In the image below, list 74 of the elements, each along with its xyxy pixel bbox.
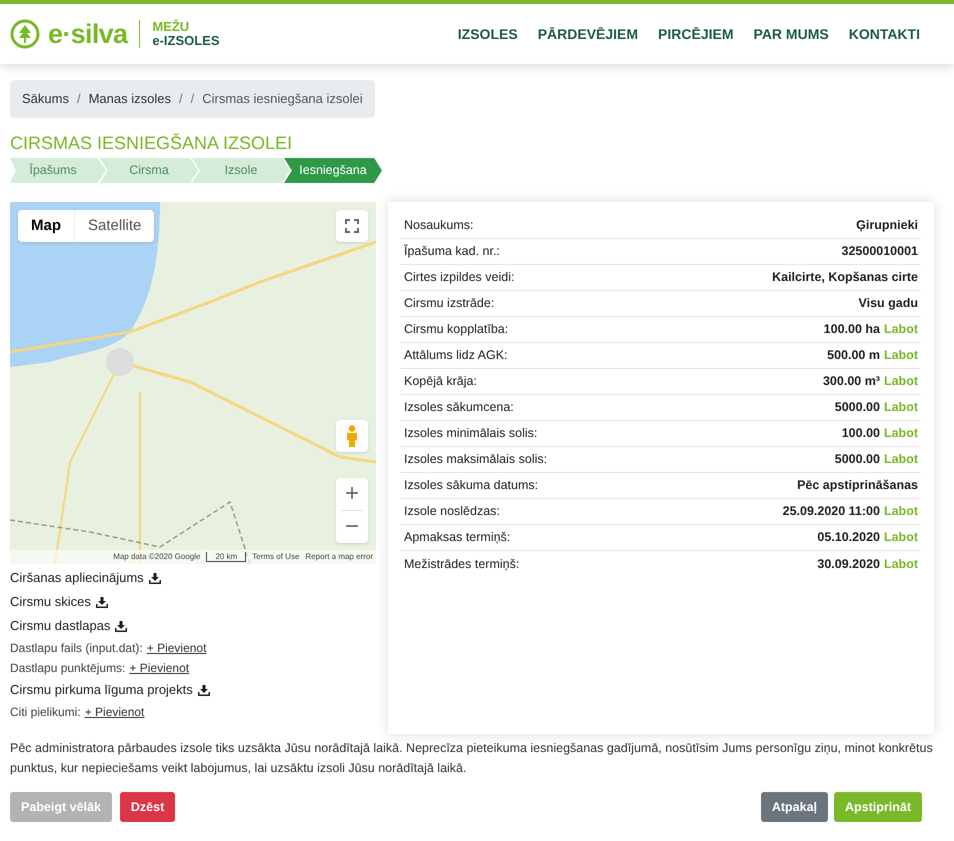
map-type-tab[interactable]: Satellite: [74, 210, 154, 242]
detail-label: Kopējā krāja:: [404, 373, 477, 390]
page-title: CIRSMAS IESNIEGŠANA IZSOLEI: [10, 132, 294, 154]
breadcrumb-link[interactable]: Cirsmas iesniegšana izsolei: [202, 89, 363, 109]
detail-label: Izsoles maksimālais solis:: [404, 451, 548, 468]
zoom-out-button[interactable]: −: [336, 511, 368, 543]
brand-logo-text: e·silva: [48, 18, 128, 51]
person-icon: [346, 425, 358, 447]
detail-label: Izsole noslēdzas:: [404, 503, 500, 520]
detail-value: Ģirupnieki: [856, 217, 918, 234]
detail-label: Cirtes izpildes veidi:: [404, 269, 514, 286]
attachment-label: Citi pielikumi:: [10, 704, 81, 721]
logo-subtitle: e-IZSOLES: [152, 34, 220, 48]
map-scale: 20 km: [206, 552, 246, 562]
add-link[interactable]: + Pievienot: [129, 659, 190, 677]
detail-value: 5000.00: [834, 451, 880, 468]
detail-value: Kailcirte, Kopšanas cirte: [772, 269, 918, 286]
detail-value: Pēc apstiprināšanas: [797, 477, 918, 494]
nav-link[interactable]: KONTAKTI: [848, 24, 920, 44]
logo-subtitle: MEŽU: [152, 20, 190, 34]
detail-value: 5000.00: [834, 399, 880, 416]
document-link[interactable]: Cirsmu pirkuma līguma projekts: [10, 680, 193, 700]
map-type-tab[interactable]: Map: [18, 210, 74, 242]
step-tab[interactable]: Iesniegšana: [284, 158, 382, 183]
download-icon[interactable]: [96, 596, 108, 608]
breadcrumb-link[interactable]: Sākums: [22, 89, 69, 109]
detail-value: 100.00: [842, 425, 880, 442]
download-icon[interactable]: [148, 572, 161, 584]
download-icon[interactable]: [198, 684, 210, 696]
detail-value: 05.10.2020: [817, 529, 880, 546]
detail-label: Nosaukums:: [404, 217, 474, 234]
terms-link[interactable]: Terms of Use: [252, 551, 300, 563]
detail-label: Attālums lidz AGK:: [404, 347, 508, 364]
nav-link[interactable]: PAR MUMS: [754, 24, 829, 44]
detail-label: Cirsmu izstrāde:: [404, 295, 494, 312]
map-view[interactable]: Map Satellite + − Map data ©2020 Google 20 km Terms of Use Report a map error: [10, 202, 376, 564]
detail-label: Izsoles sākumcena:: [404, 399, 514, 416]
detail-value: Visu gadu: [858, 295, 918, 312]
document-link[interactable]: Ciršanas apliecinājums: [10, 568, 144, 588]
breadcrumb-link[interactable]: Manas izsoles: [88, 89, 171, 109]
detail-value: 25.09.2020 11:00: [782, 503, 880, 520]
map-attribution: Map data ©2020 Google: [113, 551, 200, 563]
document-link[interactable]: Cirsmu dastlapas: [10, 616, 110, 636]
zoom-in-button[interactable]: +: [336, 478, 368, 510]
nav-link[interactable]: IZSOLES: [458, 24, 518, 44]
info-paragraph: Pēc administratora pārbaudes izsole tiks uzsākta Jūsu norādītajā laikā. Neprecīza pieteikuma iesniegšanas gadījumā, nosūtīsim Jums personīgu ziņu, minot konkrētus punktus, kur nepieciešams veikt labojumus, lai uzsāktu izsoli Jūsu norādītajā laikā.: [10, 740, 934, 777]
action-button[interactable]: Atpakaļ: [760, 792, 828, 822]
report-link[interactable]: Report a map error: [305, 551, 373, 563]
detail-value: 32500010001: [842, 243, 918, 260]
detail-label: Izsoles sākuma datums:: [404, 477, 538, 494]
breadcrumb-separator: /: [178, 90, 183, 108]
add-link[interactable]: + Pievienot: [146, 639, 206, 657]
document-link[interactable]: Cirsmu skices: [10, 592, 91, 612]
download-icon[interactable]: [115, 620, 128, 632]
action-button[interactable]: Dzēst: [120, 792, 176, 822]
detail-value: 30.09.2020: [817, 556, 880, 573]
attachment-label: Dastlapu punktējums:: [10, 660, 126, 677]
detail-label: Cirsmu kopplatība:: [404, 321, 508, 338]
attachment-label: Dastlapu fails (input.dat):: [10, 640, 143, 657]
fullscreen-icon: [345, 219, 359, 233]
breadcrumb-separator: /: [76, 90, 81, 108]
fullscreen-button[interactable]: [336, 210, 368, 242]
detail-label: Mežistrādes termiņš:: [404, 556, 520, 573]
detail-value: 300.00 m³: [822, 373, 880, 390]
detail-label: Apmaksas termiņš:: [404, 529, 510, 546]
detail-value: 500.00 m: [827, 347, 880, 364]
nav-link[interactable]: PIRCĒJIEM: [658, 24, 734, 44]
tree-logo-icon: [10, 19, 40, 49]
detail-value: 100.00 ha: [824, 321, 880, 338]
nav-link[interactable]: PĀRDEVĒJIEM: [538, 24, 638, 44]
breadcrumb-separator: /: [190, 90, 194, 108]
detail-label: Izsoles minimālais solis:: [404, 425, 538, 442]
detail-label: Īpašuma kad. nr.:: [404, 243, 500, 260]
add-link[interactable]: + Pievienot: [84, 703, 144, 721]
